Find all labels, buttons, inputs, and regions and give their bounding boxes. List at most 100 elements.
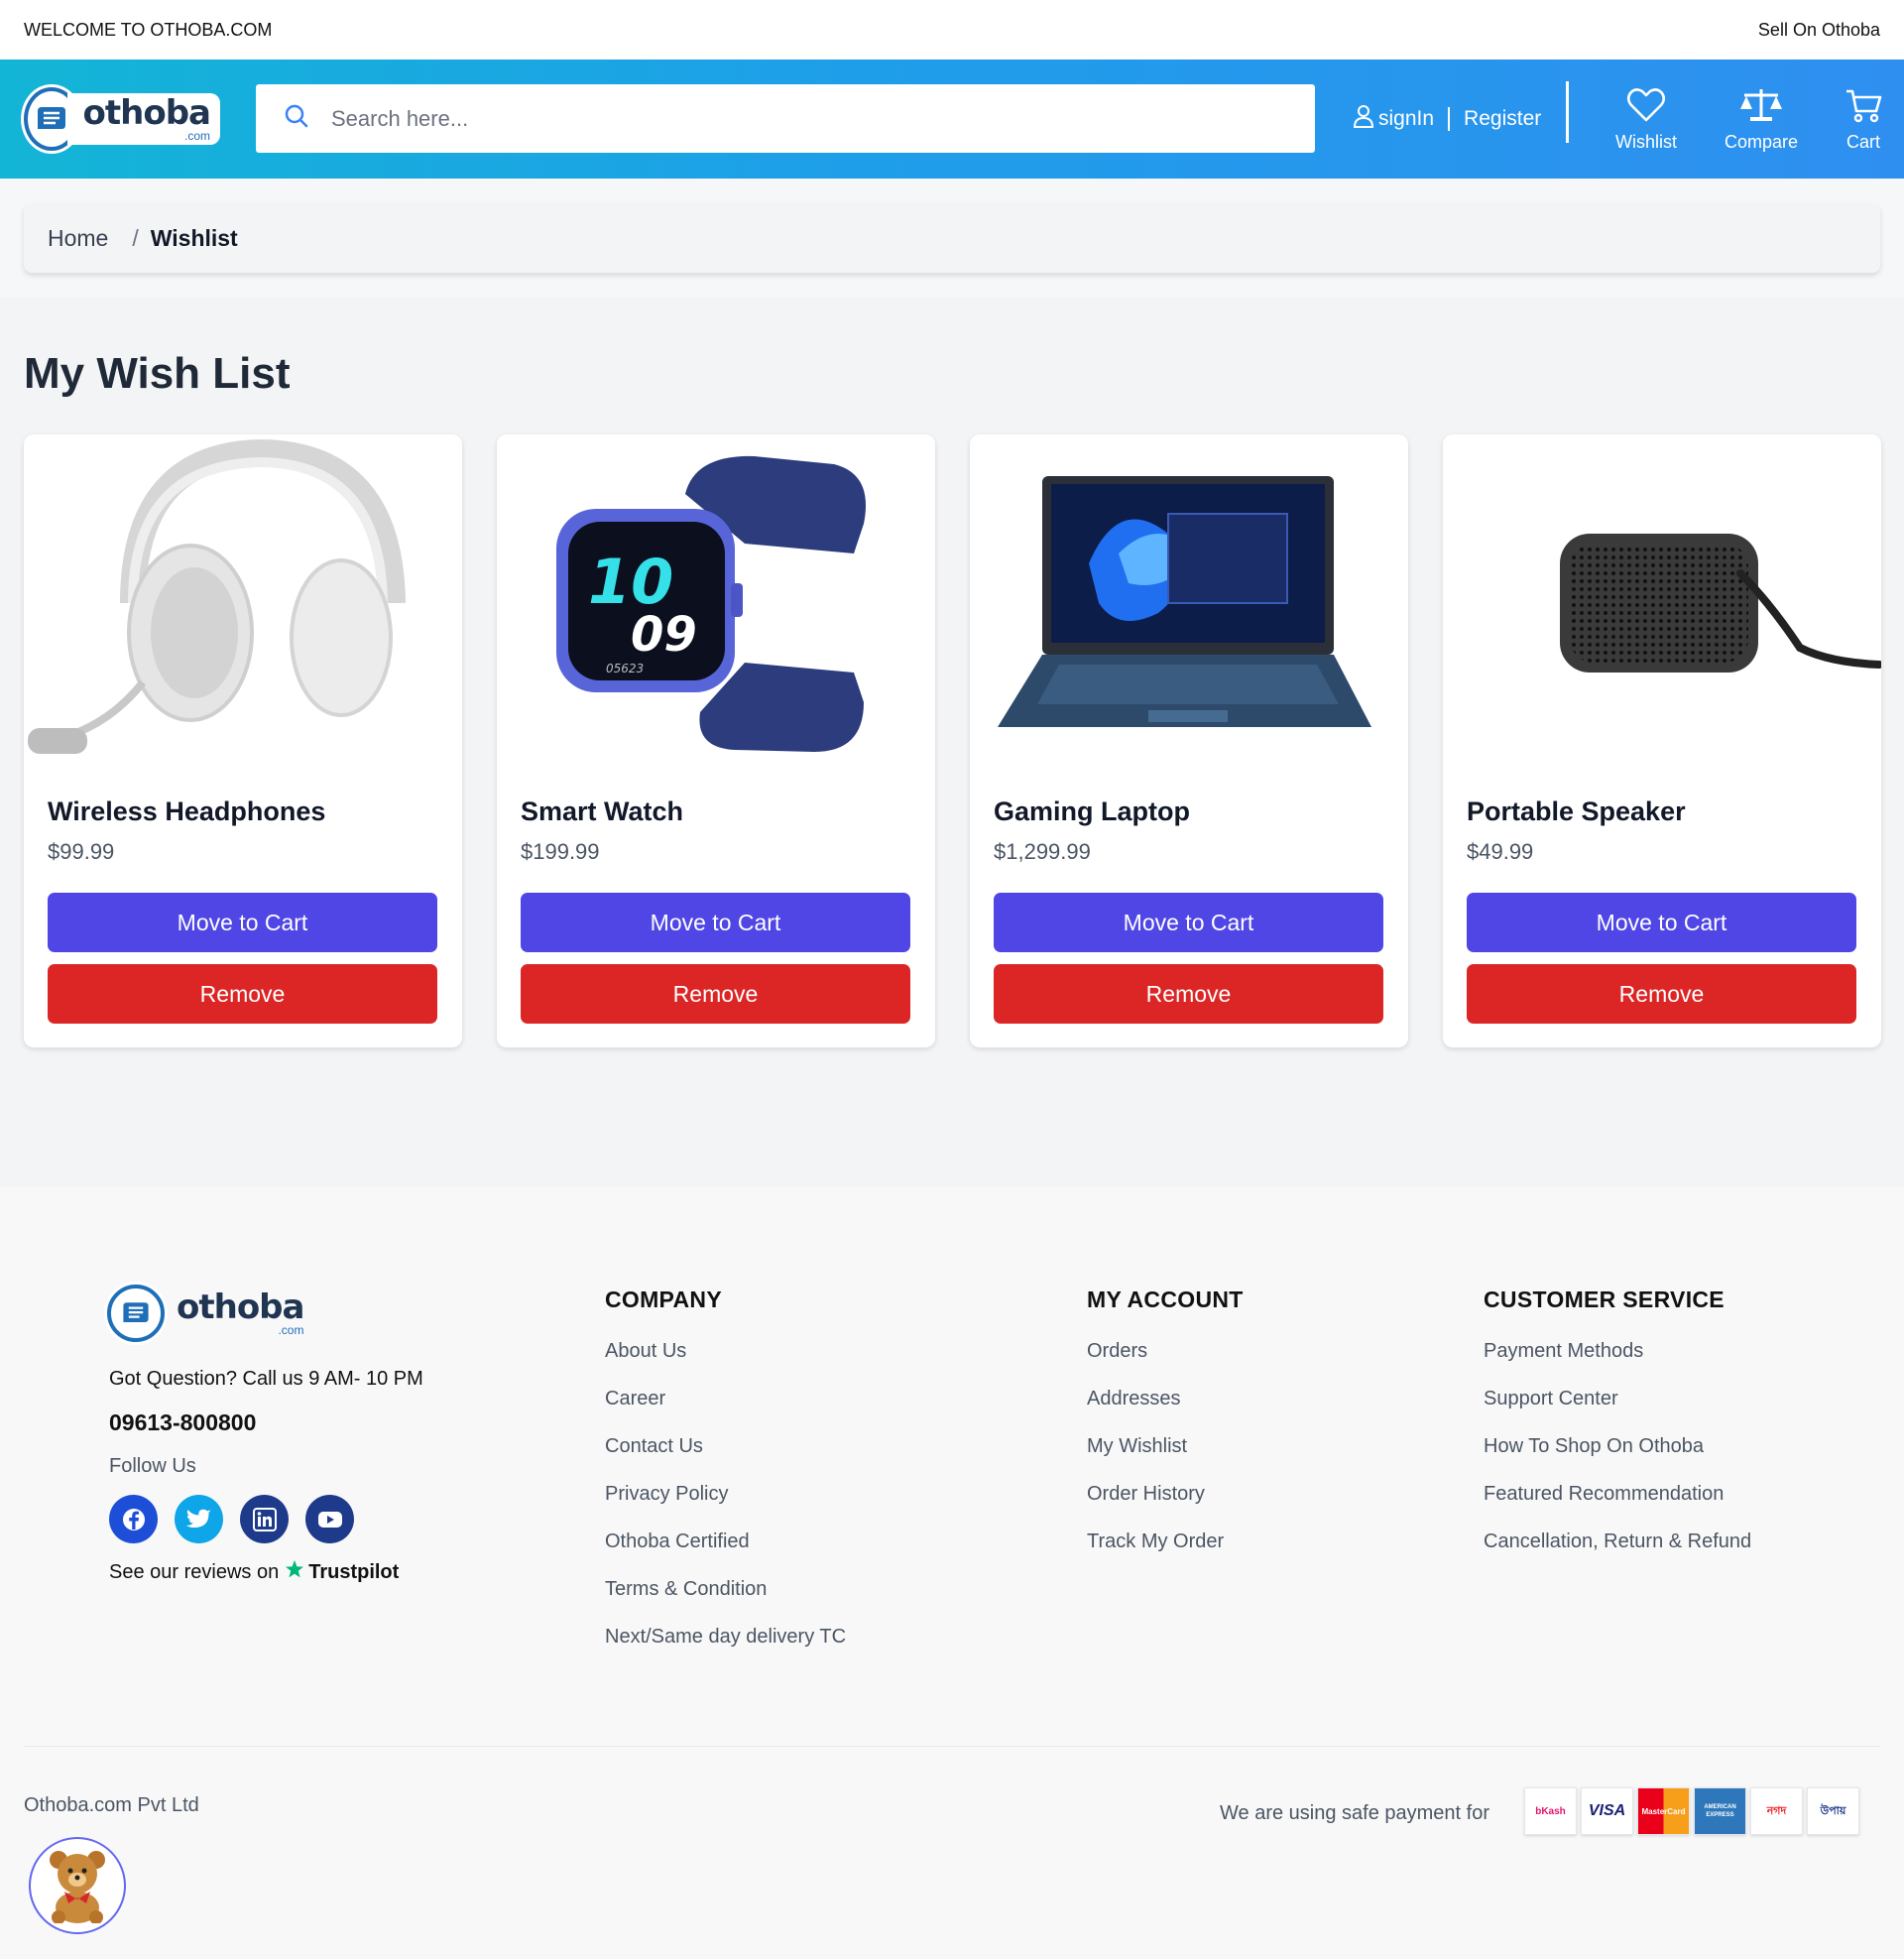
svg-text:05623: 05623	[606, 662, 644, 675]
company-link[interactable]: About Us	[605, 1339, 846, 1363]
trustpilot-label: Trustpilot	[308, 1560, 400, 1583]
contact-phone[interactable]: 09613-800800	[109, 1409, 256, 1436]
service-link[interactable]: Cancellation, Return & Refund	[1484, 1530, 1751, 1553]
search-icon[interactable]	[284, 103, 309, 134]
breadcrumb-separator: /	[132, 224, 139, 251]
youtube-icon[interactable]	[305, 1495, 354, 1543]
service-heading: CUSTOMER SERVICE	[1484, 1286, 1725, 1312]
product-price: $199.99	[521, 839, 600, 864]
mastercard-logo: MasterCard	[1637, 1787, 1690, 1835]
product-card: Wireless Headphones $99.99 Move to Cart …	[24, 434, 462, 1047]
compare-label: Compare	[1725, 132, 1799, 152]
auth-separator	[1448, 107, 1451, 131]
product-name[interactable]: Gaming Laptop	[994, 796, 1190, 827]
footer-logo-wordmark: othoba .com	[161, 1288, 313, 1338]
compare-button[interactable]: Compare	[1725, 87, 1798, 153]
sell-on-othoba-link[interactable]: Sell On Othoba	[1758, 20, 1880, 41]
move-to-cart-button[interactable]: Move to Cart	[521, 893, 910, 952]
product-name[interactable]: Portable Speaker	[1467, 796, 1686, 827]
product-card: Portable Speaker $49.99 Move to Cart Rem…	[1443, 434, 1881, 1047]
visa-logo: VISA	[1581, 1787, 1633, 1835]
payment-methods: bKash VISA MasterCard AMERICAN EXPRESS ন…	[1524, 1787, 1859, 1835]
scale-icon	[1738, 87, 1784, 132]
footer-service-column: CUSTOMER SERVICE Payment Methods Support…	[1484, 1286, 1751, 1577]
user-icon	[1353, 104, 1374, 134]
footer-divider	[24, 1746, 1880, 1747]
facebook-icon[interactable]	[109, 1495, 158, 1543]
company-link[interactable]: Next/Same day delivery TC	[605, 1625, 846, 1649]
wishlist-section: My Wish List Wireless Headphones $99.99 …	[0, 298, 1904, 1187]
social-links	[109, 1495, 354, 1543]
footer-logo[interactable]: othoba .com	[107, 1285, 313, 1342]
breadcrumb-current: Wishlist	[150, 224, 238, 251]
bkash-logo: bKash	[1524, 1787, 1577, 1835]
product-image-headphones	[24, 434, 462, 772]
company-link[interactable]: Terms & Condition	[605, 1577, 846, 1601]
wishlist-button[interactable]: Wishlist	[1615, 87, 1677, 153]
remove-button[interactable]: Remove	[1467, 964, 1856, 1024]
payment-label: We are using safe payment for	[1220, 1802, 1489, 1824]
site-logo[interactable]: othoba .com	[24, 84, 220, 154]
company-link[interactable]: Career	[605, 1387, 846, 1410]
move-to-cart-button[interactable]: Move to Cart	[48, 893, 437, 952]
account-link[interactable]: Addresses	[1087, 1387, 1244, 1410]
account-link[interactable]: Track My Order	[1087, 1530, 1244, 1553]
heart-icon	[1626, 87, 1666, 132]
wishlist-label: Wishlist	[1615, 132, 1677, 152]
copyright-text: Othoba.com Pvt Ltd	[24, 1794, 199, 1816]
product-name[interactable]: Wireless Headphones	[48, 796, 325, 827]
product-name[interactable]: Smart Watch	[521, 796, 683, 827]
svg-text:09: 09	[631, 607, 697, 663]
header-divider	[1566, 81, 1569, 143]
signin-link[interactable]: signIn	[1378, 107, 1434, 131]
move-to-cart-button[interactable]: Move to Cart	[1467, 893, 1856, 952]
company-link[interactable]: Othoba Certified	[605, 1530, 846, 1553]
twitter-icon[interactable]	[175, 1495, 223, 1543]
contact-question: Got Question? Call us 9 AM- 10 PM	[109, 1368, 423, 1390]
product-image-smart-watch: 10 09 05623	[497, 434, 935, 772]
service-link[interactable]: Payment Methods	[1484, 1339, 1751, 1363]
move-to-cart-button[interactable]: Move to Cart	[994, 893, 1383, 952]
product-price: $1,299.99	[994, 839, 1091, 864]
account-link[interactable]: Order History	[1087, 1482, 1244, 1506]
company-link[interactable]: Contact Us	[605, 1434, 846, 1458]
footer-logo-suffix: .com	[278, 1323, 304, 1337]
search-bar	[256, 84, 1315, 153]
footer-company-column: COMPANY About Us Career Contact Us Priva…	[605, 1286, 846, 1672]
top-strip: WELCOME TO OTHOBA.COM Sell On Othoba	[0, 0, 1904, 60]
page-title: My Wish List	[24, 349, 291, 398]
trustpilot-reviews[interactable]: See our reviews on Trustpilot	[109, 1559, 399, 1585]
company-heading: COMPANY	[605, 1286, 722, 1312]
upay-logo: উপায়	[1807, 1787, 1859, 1835]
cart-button[interactable]: Cart	[1844, 87, 1882, 153]
nagad-logo: নগদ	[1750, 1787, 1803, 1835]
remove-button[interactable]: Remove	[521, 964, 910, 1024]
breadcrumb-home[interactable]: Home	[48, 225, 108, 252]
search-input[interactable]	[331, 105, 1224, 132]
service-link[interactable]: How To Shop On Othoba	[1484, 1434, 1751, 1458]
product-image-speaker	[1443, 434, 1881, 772]
linkedin-icon[interactable]	[240, 1495, 289, 1543]
auth-links: signIn Register	[1353, 99, 1541, 139]
logo-name: othoba	[82, 93, 211, 133]
footer-logo-badge-icon	[107, 1285, 165, 1342]
remove-button[interactable]: Remove	[48, 964, 437, 1024]
account-link[interactable]: My Wishlist	[1087, 1434, 1244, 1458]
site-footer: othoba .com Got Question? Call us 9 AM- …	[0, 1187, 1904, 1959]
account-link[interactable]: Orders	[1087, 1339, 1244, 1363]
star-icon	[285, 1559, 304, 1585]
register-link[interactable]: Register	[1464, 107, 1541, 131]
company-link[interactable]: Privacy Policy	[605, 1482, 846, 1506]
chat-bear-avatar[interactable]	[29, 1837, 126, 1934]
cart-label: Cart	[1845, 132, 1880, 152]
remove-button[interactable]: Remove	[994, 964, 1383, 1024]
logo-suffix: .com	[183, 129, 210, 143]
follow-us-label: Follow Us	[109, 1455, 196, 1477]
account-heading: MY ACCOUNT	[1087, 1286, 1244, 1312]
product-price: $49.99	[1467, 839, 1534, 864]
product-image-laptop	[970, 434, 1408, 772]
breadcrumb: Home / Wishlist	[24, 203, 1880, 273]
service-link[interactable]: Support Center	[1484, 1387, 1751, 1410]
service-link[interactable]: Featured Recommendation	[1484, 1482, 1751, 1506]
footer-account-column: MY ACCOUNT Orders Addresses My Wishlist …	[1087, 1286, 1244, 1577]
